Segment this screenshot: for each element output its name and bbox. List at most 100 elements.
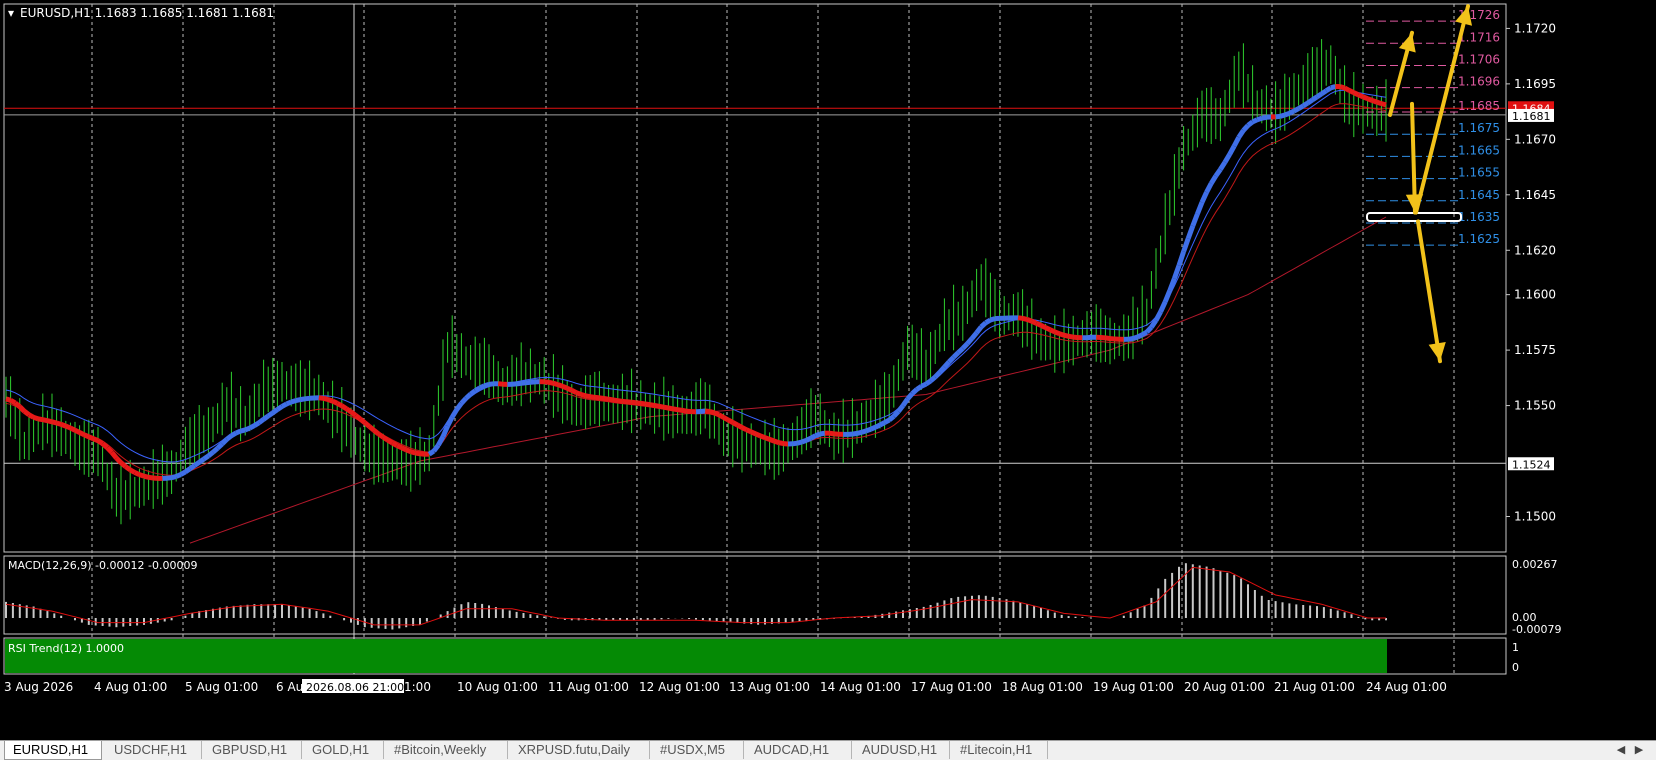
trend-segment-down bbox=[57, 423, 62, 424]
triangle-down-icon[interactable]: ▾ bbox=[8, 6, 14, 20]
tab-gold-h1[interactable]: GOLD,H1 bbox=[304, 741, 384, 759]
trend-segment-down bbox=[47, 421, 52, 422]
main-chart-panel[interactable]: 1.17261.17161.17061.16961.16851.16751.16… bbox=[4, 6, 1506, 543]
tab-xrpusd-futu-daily[interactable]: XRPUSD.futu,Daily bbox=[510, 741, 650, 759]
fib-level-down-label: 1.1675 bbox=[1458, 121, 1500, 135]
trend-segment-up bbox=[1225, 154, 1230, 162]
trend-segment-down bbox=[549, 382, 554, 383]
chart-header: ▾ EURUSD,H1 1.1683 1.1685 1.1681 1.1681 bbox=[8, 6, 274, 20]
trend-segment-down bbox=[319, 398, 324, 399]
tab-bitcoin-weekly[interactable]: #Bitcoin,Weekly bbox=[386, 741, 508, 759]
tab-audcad-h1[interactable]: AUDCAD,H1 bbox=[746, 741, 852, 759]
trend-segment-up bbox=[958, 348, 963, 352]
scroll-right-icon[interactable]: ▶ bbox=[1632, 743, 1646, 757]
trend-segment-down bbox=[130, 470, 135, 473]
trend-segment-up bbox=[185, 469, 190, 472]
tab-usdx-m5[interactable]: #USDX,M5 bbox=[652, 741, 744, 759]
trend-segment-up bbox=[1248, 122, 1253, 126]
tab-eurusd-h1[interactable]: EURUSD,H1 bbox=[4, 741, 102, 760]
trend-segment-up bbox=[862, 431, 867, 432]
trend-segment-up bbox=[820, 433, 825, 434]
fib-level-down-label: 1.1665 bbox=[1458, 143, 1500, 157]
macd-panel[interactable]: MACD(12,26,9) -0.00012 -0.000090.002670.… bbox=[6, 558, 1561, 636]
trend-segment-up bbox=[1193, 214, 1198, 226]
trend-segment-up bbox=[949, 357, 954, 362]
scroll-left-icon[interactable]: ◀ bbox=[1614, 743, 1628, 757]
trend-segment-down bbox=[52, 422, 57, 423]
trend-segment-down bbox=[774, 441, 779, 443]
trend-segment-down bbox=[415, 453, 420, 454]
trend-segment-down bbox=[406, 450, 411, 452]
trend-segment-up bbox=[1285, 113, 1290, 115]
chart-area[interactable]: 1.17261.17161.17061.16961.16851.16751.16… bbox=[0, 0, 1656, 759]
trend-segment-down bbox=[567, 388, 572, 390]
trend-segment-up bbox=[935, 372, 940, 377]
trend-segment-up bbox=[300, 399, 305, 400]
trend-segment-down bbox=[1105, 338, 1110, 339]
time-tick-label: 3 Aug 2026 bbox=[4, 680, 73, 694]
trend-segment-up bbox=[259, 419, 264, 422]
time-tick-label: 21 Aug 01:00 bbox=[1274, 680, 1355, 694]
trend-segment-down bbox=[383, 437, 388, 440]
tab-audusd-h1[interactable]: AUDUSD,H1 bbox=[854, 741, 950, 759]
trend-segment-up bbox=[1197, 202, 1202, 214]
trend-segment-up bbox=[296, 400, 301, 401]
trend-segment-down bbox=[609, 399, 614, 400]
trend-segment-up bbox=[1294, 109, 1299, 112]
trend-segment-down bbox=[682, 410, 687, 411]
trend-segment-down bbox=[595, 397, 600, 398]
trend-segment-down bbox=[1027, 320, 1032, 322]
trend-segment-down bbox=[747, 430, 752, 432]
trend-segment-up bbox=[1165, 291, 1170, 302]
trend-segment-down bbox=[1023, 318, 1028, 319]
trend-segment-down bbox=[70, 428, 75, 430]
fib-level-down-label: 1.1645 bbox=[1458, 188, 1500, 202]
trend-segment-down bbox=[728, 420, 733, 423]
trend-segment-down bbox=[6, 399, 11, 400]
trend-segment-up bbox=[1133, 337, 1138, 339]
trend-segment-up bbox=[1156, 312, 1161, 321]
fib-level-down-label: 1.1655 bbox=[1458, 166, 1500, 180]
trend-segment-down bbox=[1354, 93, 1359, 95]
trend-segment-up bbox=[926, 381, 931, 384]
trend-segment-up bbox=[921, 384, 926, 386]
trend-segment-up bbox=[1147, 327, 1152, 332]
trend-segment-up bbox=[931, 377, 936, 381]
trend-segment-up bbox=[1142, 332, 1147, 335]
rsi-trend-panel[interactable]: RSI Trend(12) 1.000010 bbox=[5, 639, 1519, 674]
rsi-tick-label: 1 bbox=[1512, 641, 1519, 654]
trend-segment-down bbox=[1363, 97, 1368, 99]
main-frame bbox=[4, 4, 1506, 552]
tab-litecoin-h1[interactable]: #Litecoin,H1 bbox=[952, 741, 1048, 759]
trend-segment-down bbox=[1377, 102, 1382, 104]
trend-segment-down bbox=[402, 448, 407, 450]
trend-segment-down bbox=[1018, 318, 1023, 319]
trend-segment-down bbox=[581, 395, 586, 396]
trend-segment-up bbox=[871, 427, 876, 429]
trend-segment-down bbox=[664, 407, 669, 408]
trend-segment-down bbox=[760, 436, 765, 438]
trend-segment-down bbox=[765, 438, 770, 440]
macd-tick-label: 0.00267 bbox=[1512, 558, 1558, 571]
time-tick-label: 6 Au bbox=[276, 680, 303, 694]
fib-level-up-label: 1.1716 bbox=[1458, 30, 1500, 44]
trend-segment-down bbox=[650, 405, 655, 406]
tab-gbpusd-h1[interactable]: GBPUSD,H1 bbox=[204, 741, 302, 759]
trend-segment-up bbox=[1299, 106, 1304, 109]
trend-segment-down bbox=[586, 396, 591, 397]
trend-segment-down bbox=[126, 467, 131, 470]
trend-segment-down bbox=[1340, 87, 1345, 88]
rsi-trend-fill bbox=[5, 639, 1387, 673]
trend-segment-down bbox=[710, 412, 715, 413]
trend-segment-up bbox=[172, 477, 177, 478]
trend-segment-down bbox=[1345, 88, 1350, 91]
fib-level-up-label: 1.1706 bbox=[1458, 52, 1500, 66]
trend-segment-up bbox=[250, 426, 255, 429]
trend-segment-up bbox=[452, 410, 457, 418]
trend-segment-up bbox=[908, 394, 913, 399]
trend-segment-up bbox=[461, 398, 466, 403]
tab-usdchf-h1[interactable]: USDCHF,H1 bbox=[106, 741, 202, 759]
trend-segment-up bbox=[241, 430, 246, 431]
trend-segment-down bbox=[590, 397, 595, 398]
trend-segment-up bbox=[521, 383, 526, 384]
